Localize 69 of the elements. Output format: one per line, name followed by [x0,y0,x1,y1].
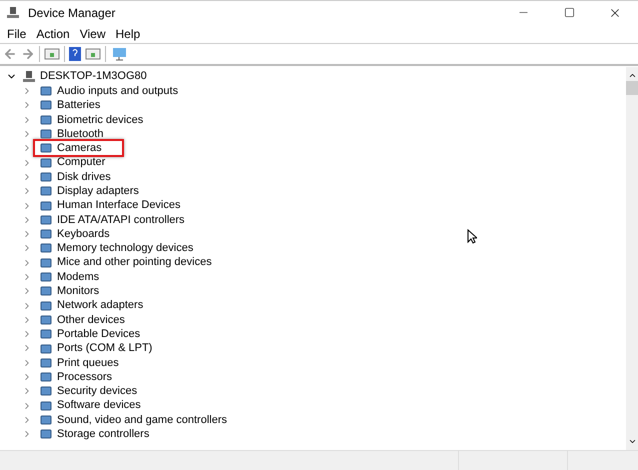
monitor-icon[interactable] [110,47,128,61]
device-icon [40,400,52,412]
device-icon [40,85,52,98]
device-icon [40,99,52,112]
device-icon [40,328,52,340]
tree-item[interactable]: Human Interface Devices [57,197,180,214]
tree-item[interactable]: Disk drives [57,168,111,186]
device-icon [40,156,52,169]
tree-item[interactable]: Modems [57,268,100,286]
tree-item[interactable]: Print queues [57,354,119,372]
scrollbar[interactable] [626,67,638,450]
tree-item[interactable]: Sound, video and game controllers [57,412,227,428]
device-icon [40,128,52,140]
window-title: Device Manager [28,4,116,22]
device-icon [40,285,52,298]
device-icon [40,200,52,212]
device-icon [40,414,52,426]
tree-item[interactable]: IDE ATA/ATAPI controllers [57,212,185,228]
tree-item[interactable]: Mice and other pointing devices [57,254,212,271]
tree-item[interactable]: Biometric devices [57,112,144,128]
computer-icon [22,70,36,84]
device-icon [40,114,52,126]
tree-item[interactable]: Processors [57,368,112,386]
tree-item[interactable]: Software devices [57,397,141,414]
device-icon [40,170,52,183]
tree-item[interactable]: Monitors [57,283,100,300]
scroll-thumb[interactable] [626,81,638,95]
tree-item[interactable]: Keyboards [57,226,110,242]
tree-item[interactable]: Computer [57,154,106,171]
menu-item[interactable]: File [2,24,32,42]
window-icon[interactable] [44,47,60,61]
device-icon [40,228,52,240]
tree-item[interactable]: Display adapters [57,182,139,200]
tree-item[interactable]: Bluetooth [57,126,104,142]
device-icon [40,314,52,326]
menu-item[interactable]: Help [110,24,146,42]
tree-item[interactable]: Memory technology devices [57,240,194,257]
tree-item[interactable]: Storage controllers [57,426,150,443]
menu-item[interactable]: View [74,24,110,42]
forward-icon[interactable] [21,47,35,61]
menu-item[interactable]: Action [31,24,75,42]
scroll-up-icon[interactable] [628,71,636,80]
back-icon[interactable] [3,47,17,61]
device-icon [40,342,52,354]
tree-item[interactable]: DESKTOP-1M3OG80 [40,68,147,85]
tree-item[interactable]: Portable Devices [57,326,140,342]
device-icon [40,242,52,254]
device-icon [40,371,52,384]
scroll-down-icon[interactable] [628,437,636,446]
device-icon [40,428,52,440]
device-icon [40,214,52,226]
tree-item[interactable]: Other devices [57,312,125,328]
device-icon [40,271,52,284]
tree-item[interactable]: Ports (COM & LPT) [57,340,152,357]
cursor-icon [467,229,477,244]
help-icon[interactable] [69,47,81,61]
device-icon [40,256,52,269]
window-icon[interactable] [85,47,101,61]
maximize-icon [564,7,574,18]
device-icon [40,142,52,154]
device-icon [40,185,52,198]
tree-item[interactable]: Audio inputs and outputs [57,82,178,100]
device-icon [40,300,52,312]
device-icon [40,385,52,398]
tree-item[interactable]: Batteries [57,97,100,114]
computer-icon [6,6,20,20]
tree-item[interactable]: Security devices [57,383,138,400]
device-icon [40,356,52,369]
tree-item[interactable]: Network adapters [57,297,144,314]
